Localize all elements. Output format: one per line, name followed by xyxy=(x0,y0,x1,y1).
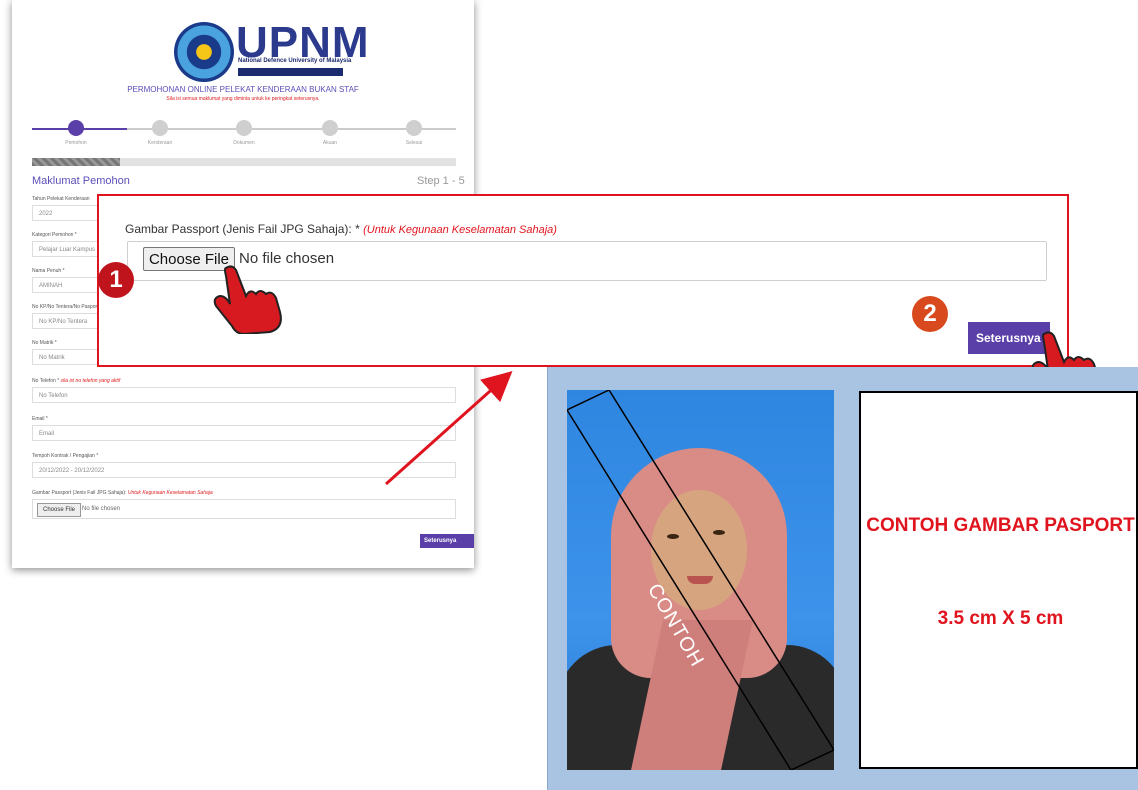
watermark-frame xyxy=(567,390,834,770)
sample-passport-photo: CONTOH xyxy=(567,390,834,770)
arrow-to-zoom xyxy=(385,371,513,486)
sample-spec-size: 3.5 cm X 5 cm xyxy=(937,608,1064,629)
step-badge-1: 1 xyxy=(98,262,134,298)
step-badge-2: 2 xyxy=(912,296,948,332)
sample-spec-title: CONTOH GAMBAR PASPORT xyxy=(866,515,1135,536)
pointing-hand-icon xyxy=(213,265,282,334)
sample-spec-card: CONTOH GAMBAR PASPORT 3.5 cm X 5 cm xyxy=(859,391,1138,769)
